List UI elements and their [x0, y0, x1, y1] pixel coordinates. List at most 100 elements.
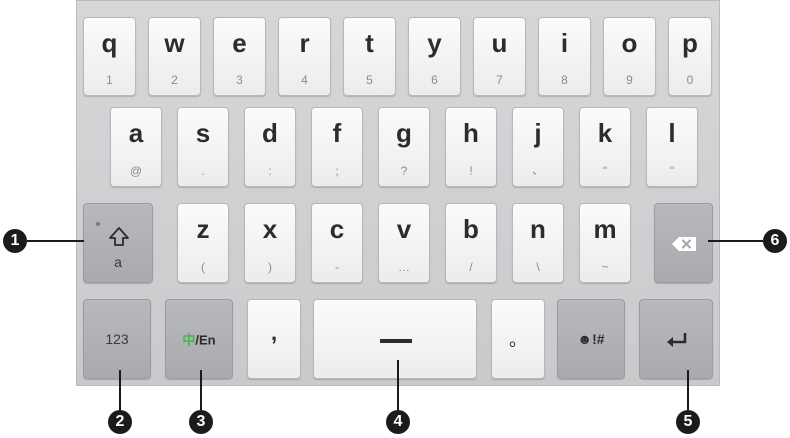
callout-6-leader — [708, 240, 763, 242]
space-key[interactable] — [313, 299, 477, 379]
key-z[interactable]: z ( — [177, 203, 229, 283]
key-sub: / — [469, 260, 473, 274]
key-main: n — [530, 214, 546, 244]
comma-label: , — [270, 320, 278, 345]
backspace-icon — [672, 237, 696, 251]
language-switch-key[interactable]: 中/En — [165, 299, 233, 379]
backspace-key[interactable] — [654, 203, 713, 283]
key-main: j — [534, 118, 542, 148]
key-i[interactable]: i 8 — [538, 17, 591, 96]
key-sub: \ — [536, 260, 540, 274]
key-y[interactable]: y 6 — [408, 17, 461, 96]
emoji-symbols-label: ☻!# — [558, 331, 624, 347]
keyboard: q 1 w 2 e 3 r 4 t 5 y 6 u 7 i 8 o 9 p 0 … — [76, 0, 720, 386]
key-sub: " — [602, 164, 608, 178]
key-o[interactable]: o 9 — [603, 17, 656, 96]
key-sub: 8 — [561, 73, 568, 87]
key-x[interactable]: x ) — [244, 203, 296, 283]
key-main: u — [491, 28, 508, 58]
key-main: x — [262, 214, 278, 244]
key-main: t — [365, 28, 374, 58]
key-sub: 7 — [496, 73, 503, 87]
key-b[interactable]: b / — [445, 203, 497, 283]
key-main: c — [329, 214, 345, 244]
comma-key[interactable]: , — [247, 299, 301, 379]
key-c[interactable]: c - — [311, 203, 363, 283]
key-w[interactable]: w 2 — [148, 17, 201, 96]
enter-icon — [667, 333, 687, 347]
key-sub: : — [268, 164, 272, 178]
key-main: l — [668, 118, 676, 148]
key-main: v — [396, 214, 412, 244]
key-sub: 3 — [236, 73, 243, 87]
key-sub: ; — [335, 164, 339, 178]
key-k[interactable]: k " — [579, 107, 631, 187]
key-m[interactable]: m ~ — [579, 203, 631, 283]
key-main: r — [299, 28, 310, 58]
space-bar-icon — [380, 339, 412, 343]
shift-key[interactable]: a — [83, 203, 153, 283]
shift-arrow-icon — [109, 227, 129, 246]
key-p[interactable]: p 0 — [668, 17, 712, 96]
key-sub: 9 — [626, 73, 633, 87]
key-d[interactable]: d : — [244, 107, 296, 187]
numbers-key[interactable]: 123 — [83, 299, 151, 379]
key-main: p — [682, 28, 698, 58]
key-main: a — [128, 118, 144, 148]
lang-zh-label: 中 — [182, 332, 196, 348]
callout-1-leader — [27, 240, 84, 242]
key-sub: 6 — [431, 73, 438, 87]
period-key[interactable]: 。 — [491, 299, 545, 379]
key-t[interactable]: t 5 — [343, 17, 396, 96]
key-v[interactable]: v … — [378, 203, 430, 283]
callout-5-leader — [687, 370, 689, 410]
key-s[interactable]: s . — [177, 107, 229, 187]
key-sub: 1 — [106, 73, 113, 87]
key-main: s — [195, 118, 211, 148]
key-n[interactable]: n \ — [512, 203, 564, 283]
callout-3-leader — [200, 370, 202, 410]
key-main: y — [427, 28, 442, 58]
key-main: g — [396, 118, 412, 148]
key-r[interactable]: r 4 — [278, 17, 331, 96]
key-q[interactable]: q 1 — [83, 17, 136, 96]
key-sub: 0 — [686, 73, 694, 87]
key-main: d — [262, 118, 278, 148]
emoji-symbols-key[interactable]: ☻!# — [557, 299, 625, 379]
enter-key[interactable] — [639, 299, 713, 379]
key-h[interactable]: h ! — [445, 107, 497, 187]
key-sub: … — [398, 260, 410, 274]
key-l[interactable]: l " — [646, 107, 698, 187]
emoji-icon: ☻ — [577, 331, 593, 347]
key-j[interactable]: j 、 — [512, 107, 564, 187]
key-a[interactable]: a @ — [110, 107, 162, 187]
lang-en-label: /En — [195, 332, 216, 348]
key-main: o — [621, 28, 638, 58]
key-main: k — [597, 118, 613, 148]
callout-2-leader — [119, 370, 121, 410]
key-e[interactable]: e 3 — [213, 17, 266, 96]
key-main: b — [463, 214, 479, 244]
key-u[interactable]: u 7 — [473, 17, 526, 96]
key-sub: ? — [400, 164, 408, 178]
key-sub: - — [335, 260, 339, 274]
key-main: i — [560, 28, 569, 58]
period-label: 。 — [509, 330, 527, 350]
key-sub: 、 — [531, 163, 544, 177]
key-main: m — [593, 214, 617, 244]
key-sub: ) — [268, 260, 272, 274]
caps-indicator-dot — [96, 222, 100, 226]
language-switch-label: 中/En — [166, 330, 232, 349]
callout-2: 2 — [108, 410, 132, 434]
key-sub: ! — [469, 164, 473, 178]
callout-4: 4 — [386, 410, 410, 434]
key-sub: ~ — [601, 260, 609, 274]
callout-4-leader — [397, 360, 399, 410]
callout-1: 1 — [3, 229, 27, 253]
key-sub: " — [669, 164, 675, 178]
key-f[interactable]: f ; — [311, 107, 363, 187]
key-g[interactable]: g ? — [378, 107, 430, 187]
key-sub: ( — [201, 260, 205, 274]
key-sub: 2 — [171, 73, 178, 87]
key-sub: 5 — [366, 73, 373, 87]
